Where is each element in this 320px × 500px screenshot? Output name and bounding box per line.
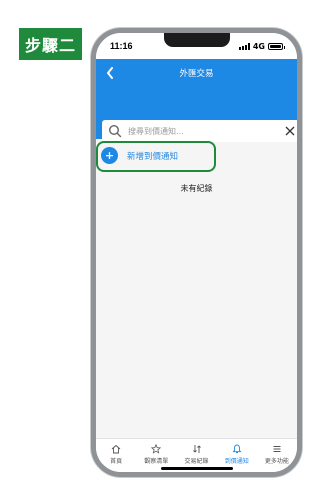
nav-item-more[interactable]: 更多功能	[257, 439, 297, 472]
nav-label-watchlist: 觀察清單	[144, 458, 169, 465]
status-indicators: 4G	[238, 41, 285, 51]
nav-item-home[interactable]: 首頁	[96, 439, 136, 472]
search-input[interactable]: 搜尋到價通知...	[128, 126, 285, 137]
plus-icon: +	[101, 147, 118, 164]
search-bar[interactable]: 搜尋到價通知...	[102, 120, 297, 142]
status-time: 11:16	[110, 41, 133, 51]
empty-message: 未有紀錄	[180, 184, 213, 193]
bottom-nav: 首頁 觀察清單 交易紀錄 到價通知 更多功能	[96, 438, 297, 472]
step-badge: 步驟二	[19, 28, 82, 60]
nav-label-transactions: 交易紀錄	[184, 458, 209, 465]
nav-label-home: 首頁	[110, 458, 123, 465]
home-indicator	[161, 467, 233, 470]
phone-frame: 11:16 4G 外匯交易 有效通知 通知紀錄 搜尋到價通知...	[91, 28, 302, 477]
network-label: 4G	[252, 41, 265, 51]
star-icon	[151, 444, 162, 454]
notch	[164, 33, 230, 47]
nav-label-more: 更多功能	[264, 458, 289, 465]
bell-icon	[232, 444, 242, 453]
menu-icon	[273, 446, 281, 452]
search-icon	[108, 124, 122, 138]
close-icon[interactable]	[285, 126, 295, 136]
battery-icon	[268, 42, 285, 50]
nav-label-price-alerts: 到價通知	[224, 458, 249, 465]
page-title: 外匯交易	[179, 69, 214, 79]
add-alert-button[interactable]: + 新增到價通知	[101, 147, 178, 164]
home-icon	[111, 444, 121, 454]
add-alert-label: 新增到價通知	[127, 151, 179, 162]
signal-icon	[238, 42, 250, 50]
swap-icon	[192, 445, 201, 453]
